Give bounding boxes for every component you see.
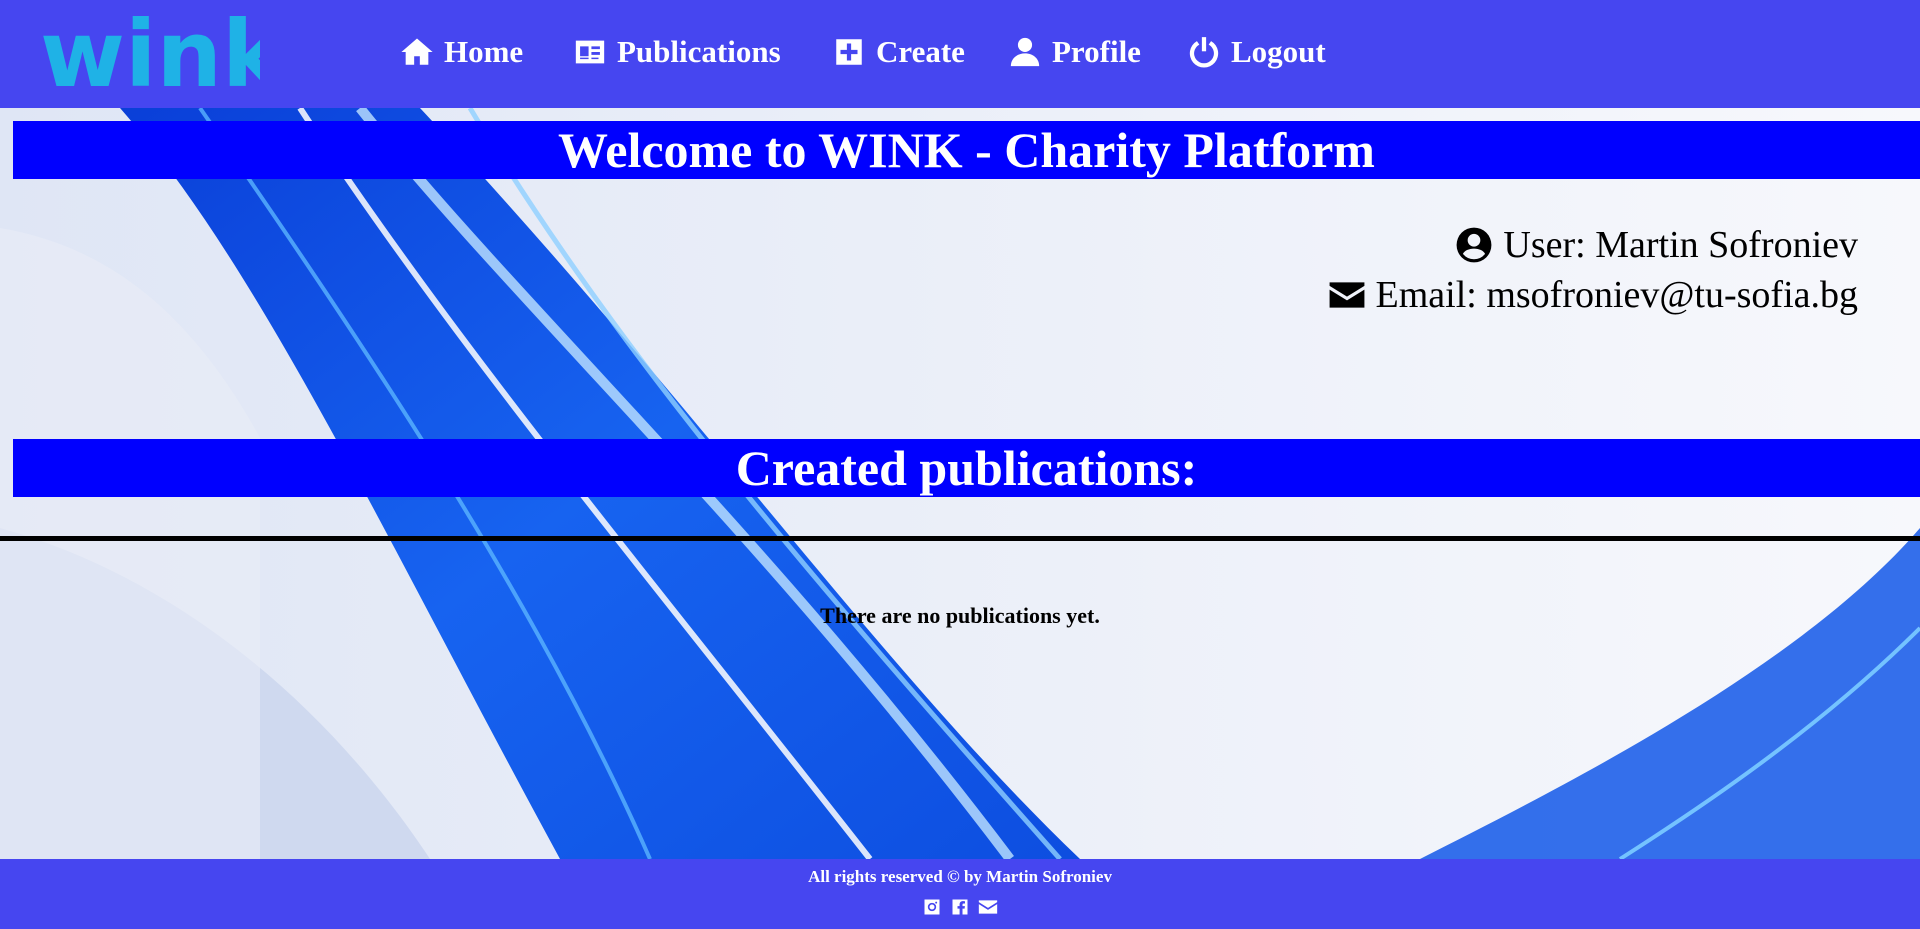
email-row: Email: msofroniev@tu-sofia.bg [1328,270,1858,320]
user-info: User: Martin Sofroniev Email: msofroniev… [1328,220,1858,320]
user-row: User: Martin Sofroniev [1328,220,1858,270]
nav-create-label: Create [876,34,965,69]
id-card-icon [575,40,605,64]
power-icon [1189,37,1219,68]
footer: All rights reserved © by Martin Sofronie… [0,859,1920,929]
nav-logout-link[interactable]: Logout [1187,30,1326,74]
user-icon [1010,37,1040,67]
nav-logout-label: Logout [1231,34,1326,69]
home-icon [401,38,433,65]
no-publications-message: There are no publications yet. [820,603,1100,628]
social-links [0,897,1920,917]
envelope-icon[interactable] [978,897,998,917]
nav-publications-label: Publications [617,34,781,69]
nav-links: Home Publications Create Profile Logout [0,0,1920,108]
user-circle-icon [1456,227,1492,263]
plus-square-icon [836,39,862,65]
nav-profile-label: Profile [1052,34,1141,69]
main-content: Welcome to WINK - Charity Platform User:… [0,108,1920,859]
nav-publications-link[interactable]: Publications [573,30,781,74]
created-publications-heading: Created publications: [13,439,1920,497]
nav-home-label: Home [444,34,524,69]
divider [0,536,1920,541]
user-name: User: Martin Sofroniev [1503,224,1858,266]
nav-create-link[interactable]: Create [832,30,965,74]
user-email: Email: msofroniev@tu-sofia.bg [1375,274,1858,316]
envelope-icon [1329,282,1364,308]
facebook-icon[interactable] [950,897,970,917]
nav-profile-link[interactable]: Profile [1008,30,1141,74]
navbar: wink Home Publications Create Profile Lo… [0,0,1920,108]
copyright-text: All rights reserved © by Martin Sofronie… [808,867,1112,886]
instagram-icon[interactable] [922,897,942,917]
welcome-banner: Welcome to WINK - Charity Platform [13,121,1920,179]
nav-home-link[interactable]: Home [400,30,523,74]
